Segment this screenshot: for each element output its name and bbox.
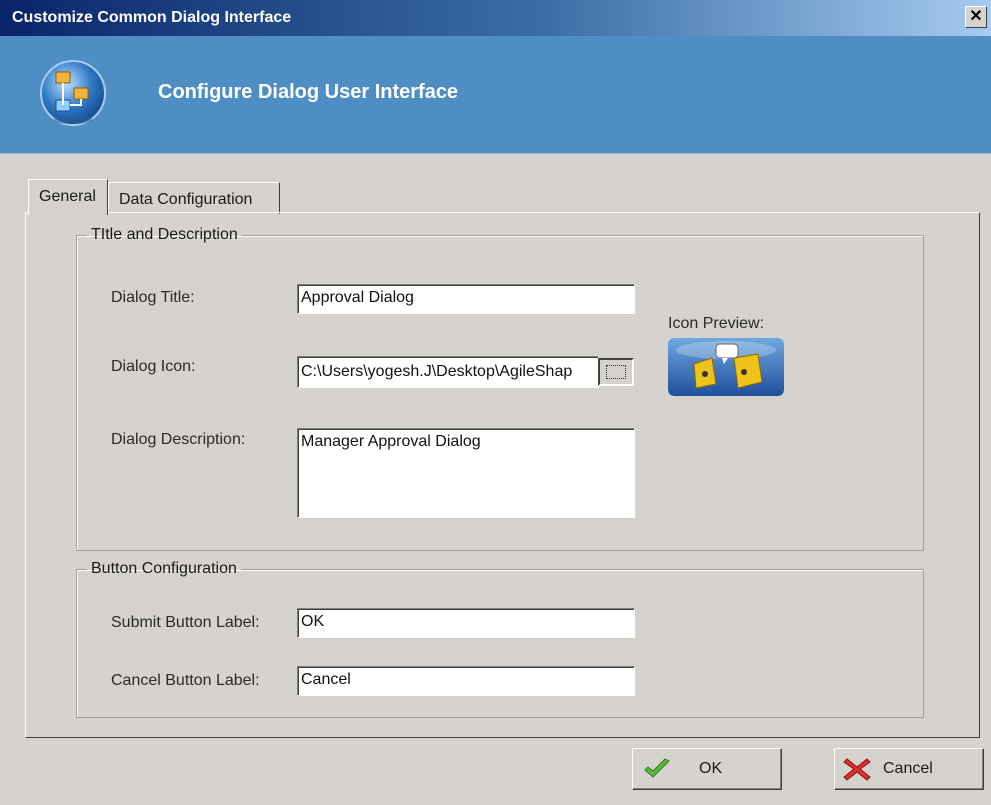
cancel-button-label: Cancel Button Label:	[111, 672, 260, 689]
dialog-description-textarea[interactable]: Manager Approval Dialog	[297, 428, 635, 518]
icon-preview-image	[668, 338, 784, 396]
dialog-config-icon	[40, 60, 106, 126]
dialog-title-label: Dialog Title:	[111, 289, 195, 306]
window-titlebar: Customize Common Dialog Interface ✕	[0, 0, 991, 36]
ellipsis-icon	[606, 365, 626, 379]
dialog-icon-label: Dialog Icon:	[111, 358, 196, 375]
cancel-label-input[interactable]: Cancel	[297, 666, 635, 696]
button-configuration-legend: Button Configuration	[91, 560, 237, 577]
browse-button[interactable]	[598, 358, 634, 386]
page-title: Configure Dialog User Interface	[158, 81, 459, 103]
cancel-button[interactable]: Cancel	[834, 748, 984, 790]
dialog-description-label: Dialog Description:	[111, 431, 246, 448]
tab-data-configuration[interactable]: Data Configuration	[108, 182, 280, 214]
dialog-title-input[interactable]: Approval Dialog	[297, 284, 635, 314]
dialog-icon-path-input[interactable]: C:\Users\yogesh.J\Desktop\AgileShap	[297, 356, 599, 388]
header-banner: Configure Dialog User Interface	[0, 36, 991, 154]
icon-preview-label: Icon Preview:	[668, 315, 765, 332]
ok-button[interactable]: OK	[632, 748, 782, 790]
close-icon: ✕	[969, 8, 983, 25]
submit-label-input[interactable]: OK	[297, 608, 635, 638]
window-title: Customize Common Dialog Interface	[12, 9, 292, 26]
check-icon	[644, 758, 670, 778]
cancel-button-label: Cancel	[883, 760, 933, 777]
submit-button-label: Submit Button Label:	[111, 614, 260, 631]
ok-button-label: OK	[699, 760, 723, 777]
title-description-legend: TItle and Description	[91, 226, 238, 243]
close-button[interactable]: ✕	[965, 6, 987, 28]
tab-general[interactable]: General	[28, 179, 108, 215]
cross-icon	[843, 758, 871, 781]
